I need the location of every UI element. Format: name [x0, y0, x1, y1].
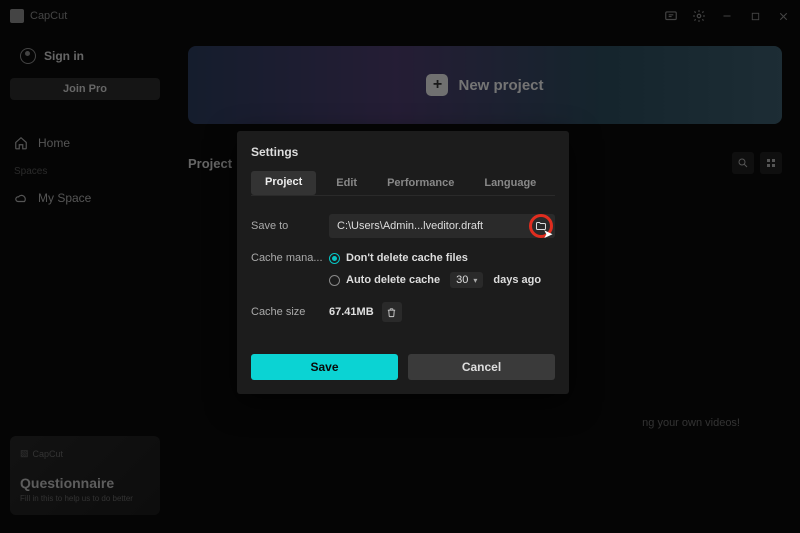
tab-language[interactable]: Language	[484, 171, 536, 195]
questionnaire-card[interactable]: ▧ CapCut Questionnaire Fill in this to h…	[10, 436, 160, 515]
cancel-button[interactable]: Cancel	[408, 354, 555, 380]
settings-gear-icon[interactable]	[692, 9, 706, 23]
nav-home-label: Home	[38, 136, 70, 150]
cache-management-row: Cache mana... Don't delete cache files A…	[251, 252, 555, 288]
cloud-icon	[14, 191, 28, 205]
save-to-path: C:\Users\Admin...lveditor.draft	[337, 220, 547, 232]
questionnaire-subtitle: Fill in this to help us to do better	[20, 494, 150, 503]
home-icon	[14, 136, 28, 150]
cache-option-keep[interactable]: Don't delete cache files	[329, 252, 555, 264]
cache-option-auto-post: days ago	[493, 274, 541, 286]
cache-size-row: Cache size 67.41MB	[251, 302, 555, 322]
signin-button[interactable]: Sign in	[10, 42, 160, 70]
cache-size-label: Cache size	[251, 306, 329, 318]
nav-myspace-label: My Space	[38, 191, 91, 205]
nav-home[interactable]: Home	[10, 130, 160, 156]
questionnaire-title: Questionnaire	[20, 475, 150, 491]
titlebar-left: CapCut	[10, 9, 67, 23]
titlebar: CapCut	[0, 0, 800, 32]
save-to-label: Save to	[251, 220, 329, 232]
modal-tabs: Project Edit Performance Language	[251, 171, 555, 196]
brand-icon: ▧	[20, 448, 29, 459]
nav-myspace[interactable]: My Space	[10, 185, 160, 211]
grid-view-button[interactable]	[760, 152, 782, 174]
avatar-icon	[20, 48, 36, 64]
message-icon[interactable]	[664, 9, 678, 23]
radio-unselected-icon	[329, 275, 340, 286]
chevron-down-icon: ▾	[473, 276, 477, 285]
cache-option-auto[interactable]: Auto delete cache 30 ▾ days ago	[329, 272, 555, 288]
cache-days-value: 30	[456, 274, 468, 286]
clear-cache-button[interactable]	[382, 302, 402, 322]
radio-selected-icon	[329, 253, 340, 264]
new-project-button[interactable]: + New project	[188, 46, 782, 124]
projects-tools	[732, 152, 782, 174]
settings-form: Save to C:\Users\Admin...lveditor.draft …	[237, 196, 569, 342]
save-button[interactable]: Save	[251, 354, 398, 380]
close-icon[interactable]	[776, 9, 790, 23]
modal-title: Settings	[237, 145, 569, 171]
sidebar: Sign in Join Pro Home Spaces My Space ▧ …	[0, 32, 170, 533]
save-to-row: Save to C:\Users\Admin...lveditor.draft …	[251, 214, 555, 238]
app-name: CapCut	[30, 10, 67, 22]
settings-modal: Settings Project Edit Performance Langua…	[237, 131, 569, 394]
modal-actions: Save Cancel	[237, 342, 569, 380]
tab-project[interactable]: Project	[251, 171, 316, 195]
browse-folder-button[interactable]: ➤	[529, 214, 553, 238]
tab-performance[interactable]: Performance	[387, 171, 454, 195]
join-pro-button[interactable]: Join Pro	[10, 78, 160, 100]
app-logo-icon	[10, 9, 24, 23]
cache-size-group: 67.41MB	[329, 302, 402, 322]
cache-option-auto-pre: Auto delete cache	[346, 274, 440, 286]
titlebar-right	[664, 9, 790, 23]
cache-option-keep-label: Don't delete cache files	[346, 252, 468, 264]
questionnaire-brand: ▧ CapCut	[20, 448, 150, 459]
maximize-icon[interactable]	[748, 9, 762, 23]
minimize-icon[interactable]	[720, 9, 734, 23]
signin-label: Sign in	[44, 49, 84, 63]
save-to-field[interactable]: C:\Users\Admin...lveditor.draft ➤	[329, 214, 555, 238]
cache-radio-group: Don't delete cache files Auto delete cac…	[329, 252, 555, 288]
spaces-section-label: Spaces	[14, 166, 156, 177]
search-button[interactable]	[732, 152, 754, 174]
tab-edit[interactable]: Edit	[336, 171, 357, 195]
plus-icon: +	[426, 74, 448, 96]
hint-text: ng your own videos!	[642, 417, 740, 429]
new-project-label: New project	[458, 77, 543, 94]
cache-size-value: 67.41MB	[329, 306, 374, 318]
cache-management-label: Cache mana...	[251, 252, 329, 264]
cache-days-select[interactable]: 30 ▾	[450, 272, 483, 288]
projects-title: Project	[188, 156, 232, 171]
